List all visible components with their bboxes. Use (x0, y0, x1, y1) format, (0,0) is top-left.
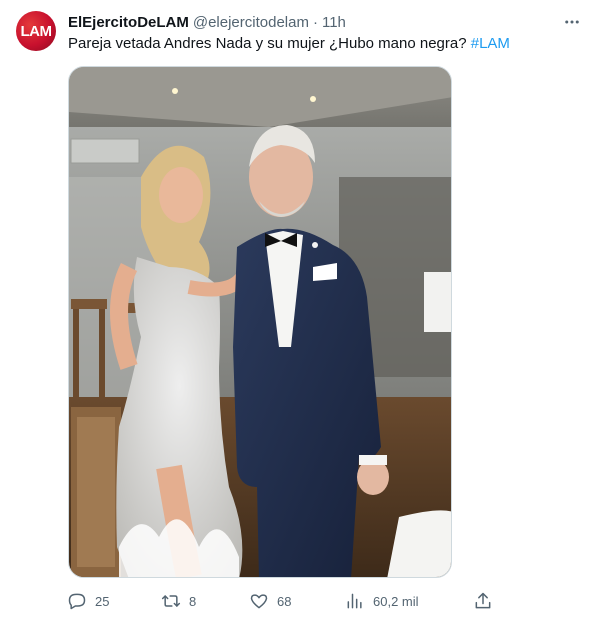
display-name[interactable]: ElEjercitoDeLAM (68, 14, 189, 31)
more-icon[interactable] (562, 12, 582, 32)
like-count: 68 (277, 593, 292, 609)
views-button[interactable]: 60,2 mil (338, 588, 419, 614)
views-icon (338, 588, 372, 614)
action-bar: 25 8 68 60,2 mil (60, 588, 500, 614)
reply-button[interactable]: 25 (60, 588, 109, 614)
photo-couple-event (69, 67, 451, 577)
tweet-card[interactable]: LAM ElEjercitoDeLAM @elejercitodelam · 1… (0, 0, 598, 625)
separator-dot: · (312, 13, 318, 31)
retweet-button[interactable]: 8 (154, 588, 196, 614)
reply-count: 25 (95, 593, 110, 609)
timestamp[interactable]: 11h (322, 14, 346, 31)
tweet-header: ElEjercitoDeLAM @elejercitodelam · 11h (68, 12, 346, 32)
share-icon (466, 588, 500, 614)
tweet-photo[interactable] (68, 66, 452, 578)
retweet-icon (154, 588, 188, 614)
avatar[interactable]: LAM (16, 11, 56, 51)
reply-icon (60, 588, 94, 614)
hashtag-link[interactable]: #LAM (471, 35, 510, 52)
tweet-body: Pareja vetada Andres Nada y su mujer ¿Hu… (68, 35, 471, 52)
retweet-count: 8 (189, 593, 197, 609)
avatar-logo-text: LAM (20, 22, 53, 40)
like-icon (242, 588, 276, 614)
user-handle[interactable]: @elejercitodelam (193, 14, 309, 31)
tweet-text: Pareja vetada Andres Nada y su mujer ¿Hu… (68, 34, 510, 54)
share-button[interactable] (466, 588, 500, 614)
views-count: 60,2 mil (373, 593, 419, 609)
like-button[interactable]: 68 (242, 588, 291, 614)
